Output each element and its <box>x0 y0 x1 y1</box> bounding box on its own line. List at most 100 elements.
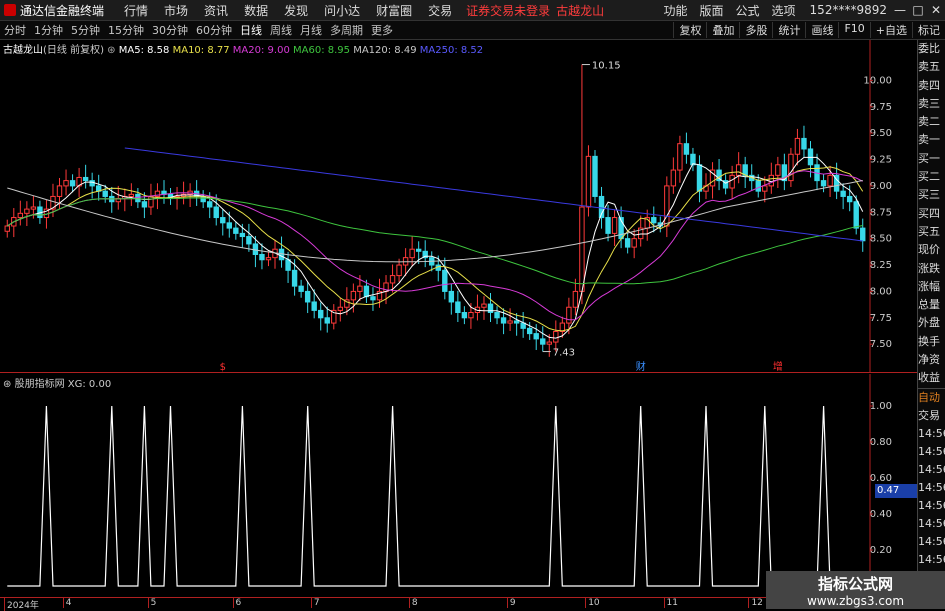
login-status[interactable]: 证券交易未登录 <box>466 2 550 19</box>
candle <box>696 155 703 203</box>
candle <box>481 296 487 320</box>
candle <box>265 251 272 267</box>
x-axis-label: 7 <box>310 598 320 608</box>
quote-field-13: 涨幅 <box>918 279 940 293</box>
period-monthly[interactable]: 月线 <box>300 22 322 38</box>
candle <box>794 128 801 166</box>
period-5min[interactable]: 5分钟 <box>71 22 100 38</box>
overlay-button[interactable]: 叠加 <box>706 22 739 38</box>
candlestick-chart[interactable]: 7.50 7.75 8.00 8.25 8.50 8.75 9.00 9.25 9.50 9.75… <box>0 40 917 373</box>
draw-line-button[interactable]: 画线 <box>805 22 838 38</box>
candle <box>17 200 24 226</box>
mark-button[interactable]: 标记 <box>912 22 945 38</box>
quote-field-10: 买五 <box>918 224 940 238</box>
x-axis-label: 9 <box>506 598 516 608</box>
settings-icon[interactable]: ⊛ <box>3 379 11 390</box>
candle <box>605 204 611 242</box>
quote-field-6: 买一 <box>918 151 940 165</box>
price-tick-label: 10.00 <box>863 75 892 86</box>
candle <box>455 290 461 323</box>
menu-options[interactable]: 选项 <box>772 2 796 19</box>
menu-wealth[interactable]: 财富圈 <box>376 2 412 19</box>
candle <box>788 147 794 187</box>
auto-trade-label[interactable]: 交易 <box>918 407 945 425</box>
event-marker[interactable]: $ <box>220 362 226 373</box>
x-axis-label: 10 <box>585 598 600 608</box>
period-1min[interactable]: 1分钟 <box>34 22 63 38</box>
candle <box>716 158 722 191</box>
candle <box>324 306 330 333</box>
quote-field-15: 外盘 <box>918 316 940 330</box>
quote-field-14: 总量 <box>918 298 940 312</box>
indicator-tick-label: 0.80 <box>870 437 892 448</box>
candle <box>415 241 422 264</box>
period-intraday[interactable]: 分时 <box>4 22 26 38</box>
menu-news[interactable]: 资讯 <box>204 2 228 19</box>
period-more[interactable]: 更多 <box>371 22 393 38</box>
indicator-chart[interactable]: 0.20 0.40 0.60 0.80 1.00 <box>0 374 917 598</box>
menu-layout[interactable]: 版面 <box>700 2 724 19</box>
period-weekly[interactable]: 周线 <box>270 22 292 38</box>
menu-quotes[interactable]: 行情 <box>124 2 148 19</box>
indicator-tick-label: 0.60 <box>870 473 892 484</box>
period-30min[interactable]: 30分钟 <box>152 22 188 38</box>
auto-trade-label[interactable]: 自动 <box>918 389 945 407</box>
menu-trade[interactable]: 交易 <box>428 2 452 19</box>
menu-market[interactable]: 市场 <box>164 2 188 19</box>
candle <box>513 313 520 336</box>
price-tick-label: 7.75 <box>870 313 892 324</box>
menu-data[interactable]: 数据 <box>244 2 268 19</box>
maximize-icon[interactable]: □ <box>909 3 927 17</box>
event-marker[interactable]: 增 <box>773 360 783 373</box>
trade-time: 14:56 <box>918 498 945 512</box>
minimize-icon[interactable]: — <box>891 3 909 17</box>
candle <box>442 257 448 300</box>
user-account[interactable]: 152****9892 <box>810 3 887 17</box>
quote-field-7: 买二 <box>918 170 940 184</box>
trade-time: 14:56 <box>918 534 945 548</box>
quote-field-17: 净资 <box>918 353 940 367</box>
menu-ask[interactable]: 问小达 <box>324 2 360 19</box>
candle <box>461 306 468 325</box>
period-15min[interactable]: 15分钟 <box>108 22 144 38</box>
candle <box>193 180 200 206</box>
ma-line-ma60 <box>7 197 863 285</box>
info-mode: (日线 前复权) <box>43 45 104 56</box>
candle <box>115 185 121 210</box>
candle <box>278 236 285 268</box>
add-watchlist-button[interactable]: +自选 <box>869 22 912 38</box>
ma-line-ma20 <box>7 170 863 321</box>
quote-field-16: 换手 <box>918 334 940 348</box>
indicator-tick-label: 0.40 <box>870 509 892 520</box>
multi-stock-button[interactable]: 多股 <box>739 22 772 38</box>
price-tick-label: 9.25 <box>870 155 892 166</box>
svg-text:10.15: 10.15 <box>592 61 621 72</box>
period-daily[interactable]: 日线 <box>240 22 262 38</box>
period-60min[interactable]: 60分钟 <box>196 22 232 38</box>
close-icon[interactable]: ✕ <box>927 3 945 17</box>
event-marker[interactable]: 财 <box>636 360 646 373</box>
app-title: 通达信金融终端 <box>20 3 105 18</box>
f10-button[interactable]: F10 <box>838 22 869 38</box>
menu-function[interactable]: 功能 <box>663 2 687 19</box>
quote-field-11: 现价 <box>918 243 940 257</box>
price-tick-label: 9.00 <box>870 181 892 192</box>
statistics-button[interactable]: 统计 <box>772 22 805 38</box>
quote-field-12: 涨跌 <box>918 261 940 275</box>
indicator-tick-label: 0.20 <box>870 545 892 556</box>
candle <box>624 232 631 254</box>
candle <box>422 240 428 268</box>
candle <box>735 152 742 184</box>
adjust-button[interactable]: 复权 <box>673 22 706 38</box>
watermark: 指标公式网 www.zbgs3.com <box>766 571 945 609</box>
ma-line-ma120 <box>7 180 863 263</box>
signal-line <box>7 405 863 587</box>
period-multi[interactable]: 多周期 <box>330 22 363 38</box>
candle <box>154 183 161 210</box>
indicator-name: 股朋指标网 <box>14 379 65 390</box>
settings-icon[interactable]: ⊛ <box>107 45 115 56</box>
menu-formula[interactable]: 公式 <box>736 2 760 19</box>
price-tick-label: 8.25 <box>870 260 892 271</box>
menu-discover[interactable]: 发现 <box>284 2 308 19</box>
quote-field-4: 卖二 <box>918 115 940 129</box>
